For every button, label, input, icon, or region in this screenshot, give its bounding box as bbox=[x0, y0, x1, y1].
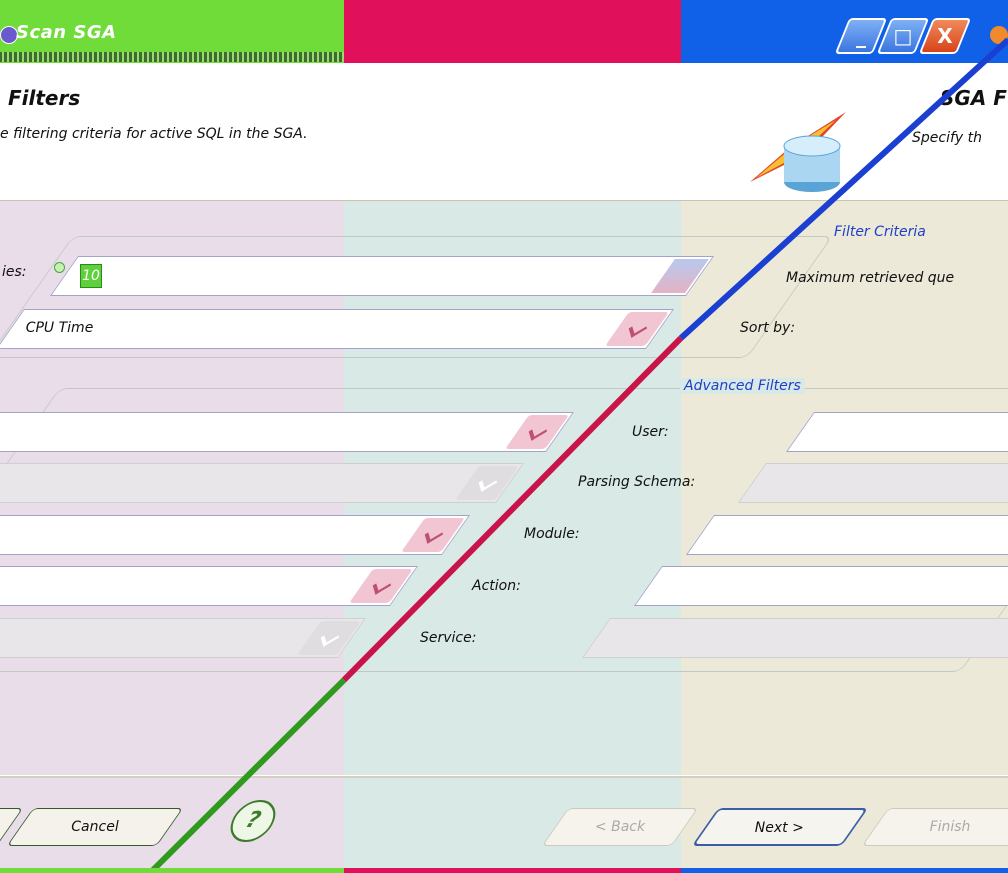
module-label: Module: bbox=[524, 526, 580, 542]
module-select-left[interactable] bbox=[0, 515, 471, 555]
parsing-schema-input bbox=[737, 463, 1008, 503]
user-select-left[interactable] bbox=[0, 412, 575, 452]
cancel-button[interactable]: Cancel bbox=[6, 808, 184, 846]
title-band-pink bbox=[344, 0, 681, 63]
maximize-icon: □ bbox=[893, 24, 913, 48]
wizard-window: Scan SGA _ □ X Filters e filtering crite… bbox=[0, 0, 1008, 873]
minimize-icon: _ bbox=[856, 24, 866, 48]
next-label: Next > bbox=[754, 820, 804, 836]
user-label: User: bbox=[632, 424, 669, 440]
title-bar[interactable]: Scan SGA _ □ X bbox=[0, 0, 1008, 63]
orange-dot-icon bbox=[990, 26, 1008, 44]
header-divider bbox=[0, 200, 1008, 201]
action-input[interactable] bbox=[633, 566, 1008, 606]
close-icon: X bbox=[937, 24, 953, 48]
page-title-right: SGA F bbox=[940, 86, 1007, 110]
info-icon bbox=[54, 262, 65, 273]
user-input[interactable] bbox=[785, 412, 1008, 452]
back-button: < Back bbox=[541, 808, 699, 846]
finish-label: Finish bbox=[929, 819, 971, 835]
max-queries-label: Maximum retrieved que bbox=[786, 270, 955, 286]
page-description: e filtering criteria for active SQL in t… bbox=[0, 126, 308, 142]
module-input[interactable] bbox=[685, 515, 1008, 555]
filter-criteria-legend: Filter Criteria bbox=[830, 224, 930, 240]
advanced-filters-legend: Advanced Filters bbox=[680, 378, 805, 394]
back-label: < Back bbox=[594, 819, 646, 835]
action-label: Action: bbox=[472, 578, 521, 594]
bottom-band-green bbox=[0, 868, 344, 873]
window-title: Scan SGA bbox=[16, 22, 117, 43]
cancel-label: Cancel bbox=[71, 819, 119, 835]
finish-button: Finish bbox=[861, 808, 1008, 846]
sort-by-select[interactable]: CPU Time bbox=[0, 309, 675, 349]
parsing-schema-label: Parsing Schema: bbox=[578, 474, 696, 490]
database-lightning-icon bbox=[750, 112, 846, 192]
max-queries-label-left: ies: bbox=[2, 264, 27, 280]
page-description-right: Specify th bbox=[912, 130, 982, 146]
service-select-left bbox=[0, 618, 367, 658]
sort-by-value: CPU Time bbox=[25, 320, 94, 336]
parsing-schema-select-left bbox=[0, 463, 525, 503]
page-title: Filters bbox=[8, 86, 81, 110]
bottom-band-blue bbox=[681, 868, 1008, 873]
footer-divider bbox=[0, 775, 1008, 778]
action-select-left[interactable] bbox=[0, 566, 419, 606]
service-label: Service: bbox=[420, 630, 477, 646]
title-texture bbox=[0, 52, 344, 62]
sort-by-label: Sort by: bbox=[740, 320, 796, 336]
service-input bbox=[581, 618, 1008, 658]
bottom-band-pink bbox=[344, 868, 681, 873]
max-queries-value: 10 bbox=[80, 264, 102, 288]
max-queries-input[interactable] bbox=[49, 256, 715, 296]
next-button[interactable]: Next > bbox=[691, 808, 869, 846]
